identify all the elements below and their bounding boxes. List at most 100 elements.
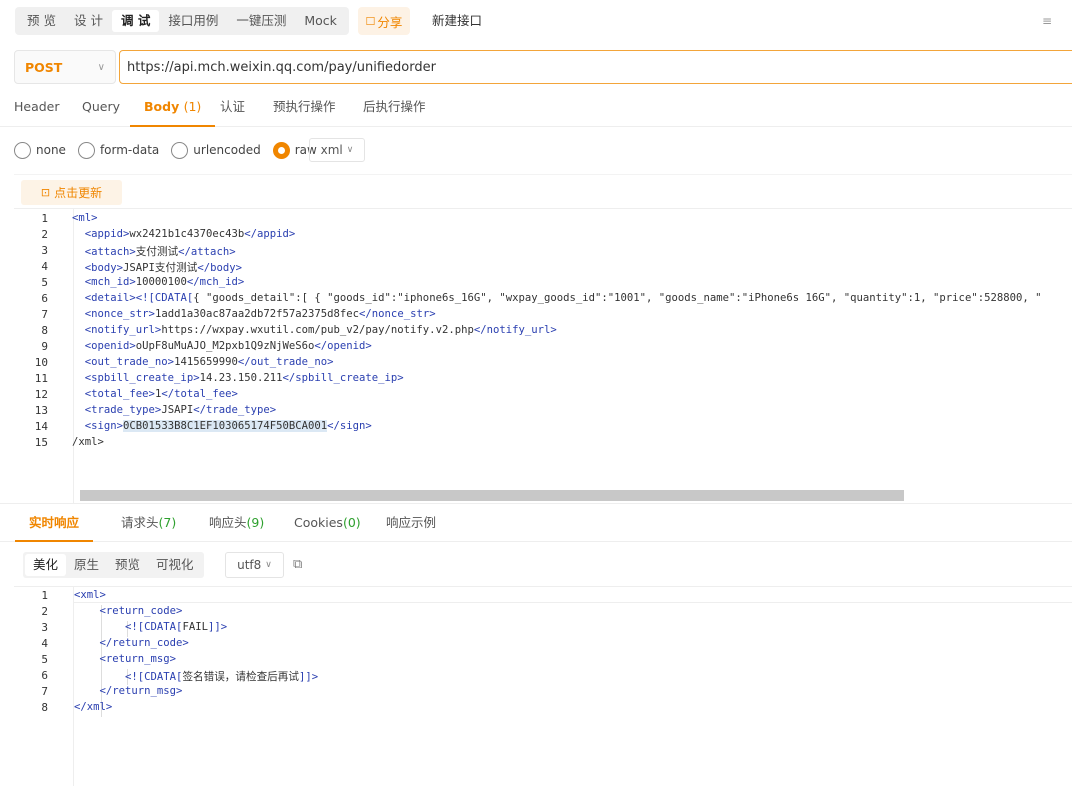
line-number: 11	[34, 372, 48, 385]
xml-tag: </sign>	[327, 420, 372, 432]
horizontal-scrollbar[interactable]	[80, 490, 904, 501]
code-line: <ml>	[72, 212, 98, 224]
xml-tag: <return_code>	[99, 605, 183, 617]
tab-cookies[interactable]: Cookies(0)	[294, 504, 361, 542]
tab-debug[interactable]: 调 试	[111, 10, 160, 32]
xml-text	[72, 228, 85, 240]
xml-text	[72, 356, 85, 368]
xml-tag: </mch_id>	[186, 276, 245, 288]
xml-tag: <sign>	[84, 420, 124, 432]
xml-tag: </trade_type>	[193, 404, 277, 416]
chevron-down-icon: ∨	[346, 145, 354, 155]
code-line: <detail><![CDATA[{ "goods_detail":[ { "g…	[72, 292, 1042, 304]
xml-tag: </openid>	[314, 340, 372, 352]
current-line-divider	[74, 602, 1072, 603]
tab-count: (0)	[342, 515, 361, 530]
radio-urlencoded[interactable]: urlencoded	[171, 141, 261, 159]
line-number: 5	[41, 653, 48, 666]
xml-tag: <body>	[84, 262, 124, 274]
xml-tag: <detail>	[84, 292, 136, 304]
line-number: 4	[41, 637, 48, 650]
format-select[interactable]: xml ∨	[309, 138, 365, 162]
code-line: <openid>oUpF8uMuAJO_M2pxb1Q9zNjWeS6o</op…	[72, 340, 372, 352]
xml-tag: </body>	[197, 262, 242, 274]
tab-response-example[interactable]: 响应示例	[386, 504, 436, 542]
xml-text	[72, 324, 85, 336]
xml-tag: <openid>	[84, 340, 136, 352]
xml-text	[74, 671, 125, 683]
interface-name[interactable]: 新建接口	[424, 7, 1034, 35]
radio-circle-icon	[77, 141, 95, 159]
code-line: <sign>0CB01533B8C1EF103065174F50BCA001</…	[72, 420, 372, 432]
method-value: POST	[25, 59, 63, 75]
line-number: 3	[41, 244, 48, 257]
refresh-icon: ⊡	[40, 186, 51, 199]
line-number: 7	[41, 685, 48, 698]
update-button[interactable]: ⊡ 点击更新	[21, 180, 122, 205]
url-input[interactable]	[119, 50, 1072, 84]
method-select[interactable]: POST ∨	[14, 50, 116, 84]
tab-design[interactable]: 设 计	[65, 10, 112, 32]
share-button[interactable]: ☐ 分享	[358, 7, 410, 35]
request-code-editor[interactable]: 1 2 3 4 5 6 7 8 9 10 11 12 13 14 15 <ml> <appid>wx2421…	[14, 209, 1072, 503]
xml-text	[72, 388, 85, 400]
xml-tag: </appid>	[244, 228, 296, 240]
response-view-toolbar: 美化 原生 预览 可视化 utf8 ∨ ⧉	[14, 549, 1072, 587]
xml-text: 1415659990	[174, 356, 238, 368]
xml-text	[72, 372, 85, 384]
tab-response-headers[interactable]: 响应头(9)	[209, 504, 264, 542]
request-tabs: Header Query Body (1) 认证 预执行操作 后执行操作	[0, 88, 1072, 127]
tab-label: 响应头	[209, 515, 247, 530]
chevron-down-icon: ∨	[97, 61, 105, 73]
tab-mock[interactable]: Mock	[295, 10, 346, 32]
tab-request-headers[interactable]: 请求头(7)	[121, 504, 176, 542]
code-line: <notify_url>https://wxpay.wxutil.com/pub…	[72, 324, 557, 336]
xml-tag: <mch_id>	[84, 276, 136, 288]
xml-tag: </xml>	[74, 701, 113, 713]
xml-tag: </spbill_create_ip>	[282, 372, 404, 384]
view-tab-preview[interactable]: 预览	[107, 554, 148, 576]
tab-live-response[interactable]: 实时响应	[15, 504, 94, 542]
radio-form-data[interactable]: form-data	[77, 141, 159, 159]
radio-circle-icon	[171, 141, 189, 159]
tab-preview[interactable]: 预 览	[18, 10, 65, 32]
xml-text	[72, 246, 85, 258]
share-icon: ☐	[365, 14, 376, 28]
xml-text	[74, 637, 100, 649]
tab-pre-execute[interactable]: 预执行操作	[273, 88, 336, 127]
response-code-viewer[interactable]: 12345678 <xml> <return_code> <![CDATA[FA…	[14, 587, 1072, 786]
encoding-select[interactable]: utf8 ∨	[225, 552, 284, 578]
xml-tag: <![CDATA[	[125, 621, 183, 633]
code-line: </return_msg>	[74, 685, 183, 697]
xml-tag: </return_msg>	[99, 685, 183, 697]
xml-text: JSAPI支付测试	[123, 262, 198, 274]
tab-post-execute[interactable]: 后执行操作	[363, 88, 426, 127]
xml-tag: <trade_type>	[84, 404, 162, 416]
xml-text	[74, 605, 100, 617]
mode-tabs: 预 览 设 计 调 试 接口用例 一键压测 Mock	[15, 7, 349, 35]
xml-text: { "goods_detail":[ { "goods_id":"iphone6…	[193, 292, 1042, 304]
code-line: <spbill_create_ip>14.23.150.211</spbill_…	[72, 372, 404, 384]
xml-tag: <return_msg>	[99, 653, 177, 665]
line-number: 3	[41, 621, 48, 634]
tab-auth[interactable]: 认证	[220, 88, 245, 127]
tab-load-test[interactable]: 一键压测	[227, 10, 295, 32]
code-line: <nonce_str>1add1a30ac87aa2db72f57a2375d8…	[72, 308, 436, 320]
line-number: 5	[41, 276, 48, 289]
radio-none[interactable]: none	[14, 141, 66, 159]
xml-tag: <![CDATA[	[125, 671, 183, 683]
tab-header[interactable]: Header	[14, 88, 60, 127]
view-tab-visualize[interactable]: 可视化	[148, 554, 202, 576]
line-number: 13	[34, 404, 48, 417]
tab-body[interactable]: Body (1)	[130, 88, 216, 127]
copy-icon[interactable]: ⧉	[293, 557, 302, 572]
xml-text	[72, 340, 85, 352]
view-tab-pretty[interactable]: 美化	[25, 554, 67, 576]
code-line: <attach>支付测试</attach>	[72, 244, 236, 259]
tab-query[interactable]: Query	[82, 88, 120, 127]
tab-test-cases[interactable]: 接口用例	[159, 10, 227, 32]
view-tab-raw[interactable]: 原生	[66, 554, 107, 576]
xml-tag: <appid>	[84, 228, 130, 240]
list-edit-icon[interactable]: ≡	[1042, 14, 1052, 28]
line-number: 9	[41, 340, 48, 353]
